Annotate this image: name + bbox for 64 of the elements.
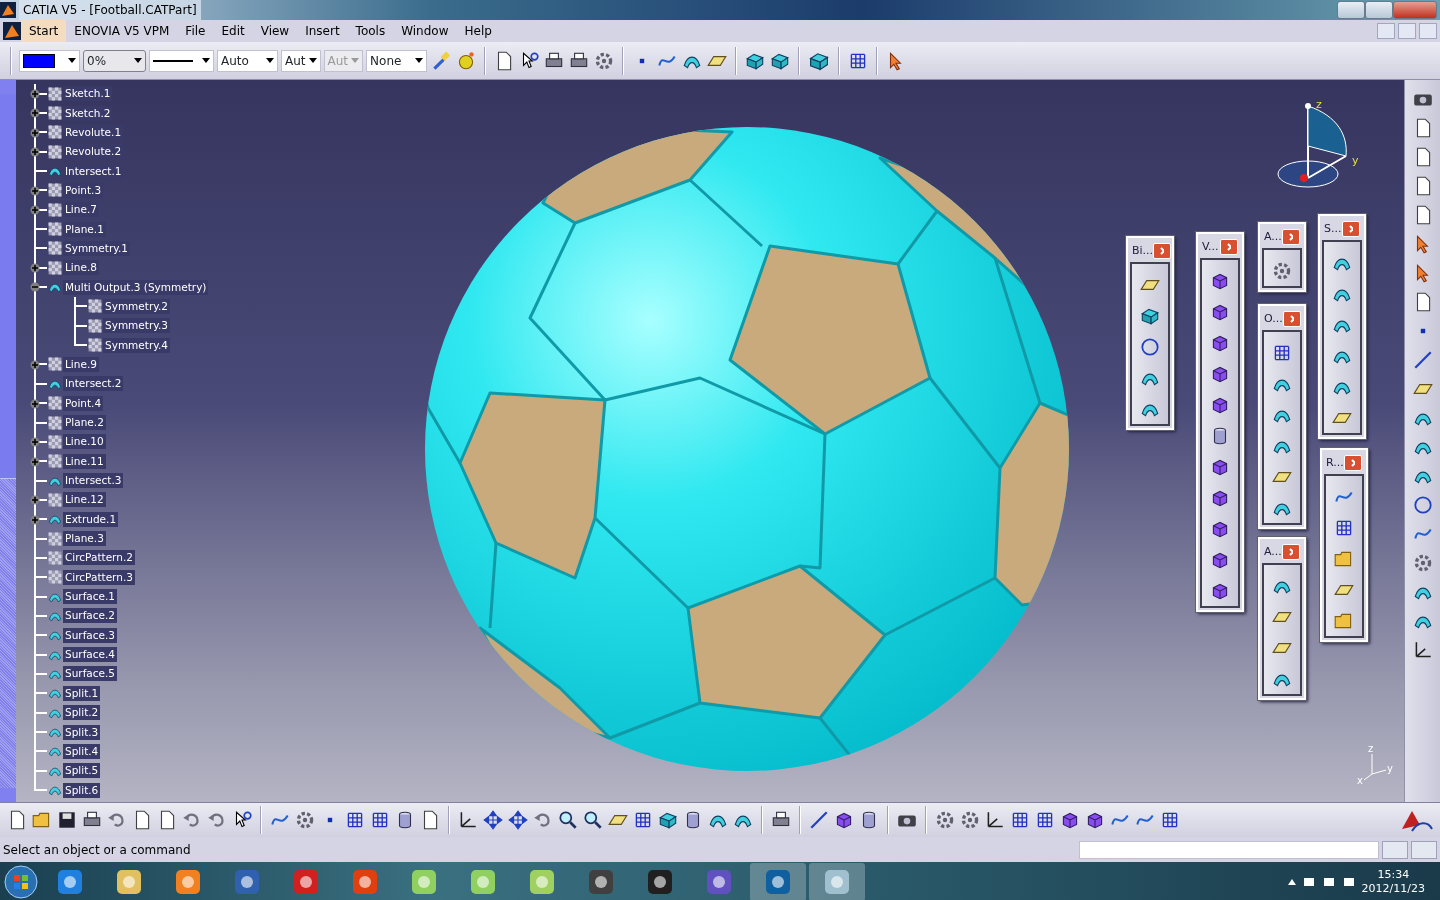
tree-item-label[interactable]: Symmetry.3 xyxy=(103,318,170,334)
menu-item[interactable]: View xyxy=(252,20,298,42)
status-message: Select an object or a command xyxy=(3,841,191,859)
tree-item-label[interactable]: Plane.1 xyxy=(63,221,106,237)
axis-label: y xyxy=(1387,763,1393,774)
palette-title: S... xyxy=(1324,220,1342,237)
menu-item[interactable]: Start xyxy=(21,20,67,42)
tree-item-label[interactable]: Symmetry.1 xyxy=(63,240,130,256)
palette-title: V... xyxy=(1202,238,1219,255)
axis-label: x xyxy=(1357,775,1363,786)
menu-item[interactable]: Tools xyxy=(347,20,394,42)
tree-item-label[interactable]: Surface.1 xyxy=(63,589,118,605)
menu-item[interactable]: ENOVIA V5 VPM xyxy=(66,20,178,42)
tree-item-label[interactable]: Intersect.2 xyxy=(63,376,124,392)
palette-title: A... xyxy=(1264,228,1282,245)
menu-item[interactable]: Window xyxy=(393,20,457,42)
tree-item-label[interactable]: Split.3 xyxy=(63,724,101,740)
tree-item-label[interactable]: Line.8 xyxy=(63,260,99,276)
tree-item-label[interactable]: Sketch.1 xyxy=(63,86,113,102)
clock-time[interactable]: 15:34 xyxy=(1361,868,1425,882)
palette-title: Bi... xyxy=(1132,242,1154,259)
dropdown[interactable]: None xyxy=(366,49,428,72)
tree-item-label[interactable]: Split.4 xyxy=(63,743,101,759)
tree-item-label[interactable]: Split.5 xyxy=(63,763,101,779)
axis-label: y xyxy=(1352,154,1359,167)
tree-item-label[interactable]: Revolute.1 xyxy=(63,124,124,140)
tree-item-label[interactable]: Surface.2 xyxy=(63,608,118,624)
tree-item-label[interactable]: Split.2 xyxy=(63,705,101,721)
tree-item-label[interactable]: Surface.3 xyxy=(63,627,118,643)
tree-item-label[interactable]: Plane.3 xyxy=(63,531,106,547)
tree-item-label[interactable]: Line.9 xyxy=(63,357,99,372)
tree-item-label[interactable]: Intersect.3 xyxy=(63,473,124,489)
dropdown[interactable]: Aut xyxy=(281,49,321,72)
tree-item-label[interactable]: CircPattern.2 xyxy=(63,550,135,566)
dropdown[interactable]: Auto xyxy=(217,49,278,72)
axis-label: z xyxy=(1316,98,1322,111)
menu-item[interactable]: Edit xyxy=(213,20,253,42)
tree-item-label[interactable]: Split.6 xyxy=(63,782,101,798)
tree-item-label[interactable]: Revolute.2 xyxy=(63,144,124,160)
tree-item-label[interactable]: Line.12 xyxy=(63,492,106,508)
tree-item-label[interactable]: CircPattern.3 xyxy=(63,569,135,585)
tree-item-label[interactable]: Multi Output.3 (Symmetry) xyxy=(63,279,209,295)
window-title: CATIA V5 - [Football.CATPart] xyxy=(19,0,201,20)
tree-item-label[interactable]: Line.10 xyxy=(63,434,106,450)
palette-title: R... xyxy=(1326,454,1344,471)
tree-item-label[interactable]: Extrude.1 xyxy=(63,511,119,527)
tree-item-label[interactable]: Point.4 xyxy=(63,395,104,411)
menu-item[interactable]: Help xyxy=(456,20,500,42)
tree-item-label[interactable]: Plane.2 xyxy=(63,415,106,430)
tree-item-label[interactable]: Sketch.2 xyxy=(63,105,113,121)
tree-item-label[interactable]: Split.1 xyxy=(63,685,101,701)
tree-item-label[interactable]: Symmetry.4 xyxy=(103,337,170,353)
tree-item-label[interactable]: Surface.5 xyxy=(63,666,118,682)
clock-date[interactable]: 2012/11/23 xyxy=(1361,882,1425,896)
tree-item-label[interactable]: Line.11 xyxy=(63,453,106,469)
tree-item-label[interactable]: Symmetry.2 xyxy=(103,298,170,314)
menu-item[interactable]: File xyxy=(177,20,214,42)
palette-title: O... xyxy=(1264,310,1283,327)
tree-item-label[interactable]: Surface.4 xyxy=(63,647,118,663)
palette-title: A... xyxy=(1264,543,1282,560)
tree-item-label[interactable]: Line.7 xyxy=(63,202,99,218)
menu-item[interactable]: Insert xyxy=(297,20,348,42)
axis-label: z xyxy=(1368,743,1374,754)
dropdown[interactable]: 0% xyxy=(83,49,146,72)
